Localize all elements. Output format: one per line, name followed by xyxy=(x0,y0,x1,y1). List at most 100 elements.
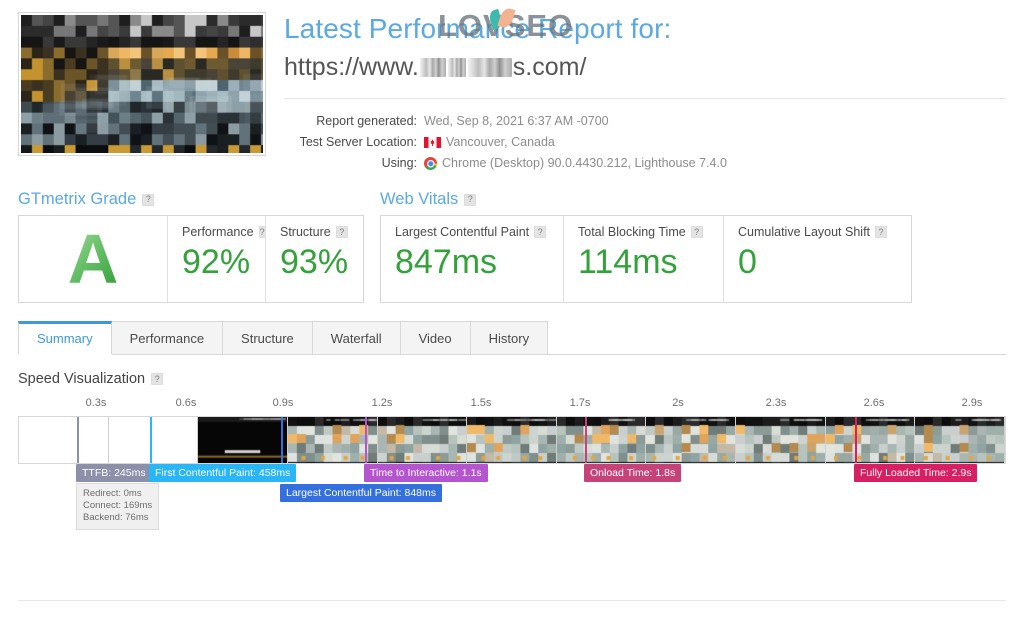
lcp-value: 847ms xyxy=(395,243,498,281)
marker-badge-onload-time[interactable]: Onload Time: 1.8s xyxy=(584,464,682,482)
timeline-tick: 1.7s xyxy=(569,397,591,409)
chrome-icon xyxy=(424,157,437,170)
ttfb-breakdown-line: Backend: 76ms xyxy=(83,512,149,523)
meta-row-test-server-location: Test Server Location: Vancouver, Canada xyxy=(284,132,1006,153)
filmstrip-frame-image xyxy=(915,417,1005,463)
report-url-suffix: s.com/ xyxy=(512,53,587,81)
header-divider xyxy=(284,98,1006,99)
canada-flag-icon xyxy=(424,137,441,148)
ttfb-breakdown-box: Redirect: 0ms Connect: 169ms Backend: 76ms xyxy=(76,483,160,530)
filmstrip-frame[interactable] xyxy=(556,417,647,463)
speed-visualization: 0.3s 0.6s 0.9s 1.2s 1.5s 1.7s 2s 2.3s 2.6s 2.9s T… xyxy=(18,397,1006,547)
filmstrip xyxy=(18,416,1006,464)
meta-label: Test Server Location: xyxy=(299,135,417,149)
meta-value: Chrome (Desktop) 90.0.4430.212, Lighthou… xyxy=(424,153,727,174)
filmstrip-frame[interactable] xyxy=(915,417,1005,463)
meta-value-text: Chrome (Desktop) 90.0.4430.212, Lighthou… xyxy=(442,156,727,170)
gtmetrix-report-page: LOVSEO Latest Performance Report for: ht… xyxy=(0,0,1024,619)
marker-line-first-contentful-paint xyxy=(150,417,152,463)
marker-line-onload-time xyxy=(585,417,587,463)
filmstrip-frame[interactable] xyxy=(736,417,826,463)
filmstrip-frame[interactable] xyxy=(825,417,916,463)
help-icon[interactable]: ? xyxy=(464,193,477,206)
filmstrip-frame[interactable] xyxy=(108,417,199,463)
filmstrip-frame[interactable] xyxy=(377,417,468,463)
report-tabs: Summary Performance Structure Waterfall Vide… xyxy=(18,321,1006,355)
meta-value-text: Wed, Sep 8, 2021 6:37 AM -0700 xyxy=(424,114,609,128)
filmstrip-frame[interactable] xyxy=(467,417,557,463)
speed-visualization-heading: Speed Visualization ? xyxy=(18,371,1006,387)
web-vitals-title: Web Vitals xyxy=(380,190,459,208)
filmstrip-frame-image xyxy=(108,417,198,463)
marker-badge-largest-contentful-paint[interactable]: Largest Contentful Paint: 848ms xyxy=(280,484,443,502)
structure-cell: Structure ? 93% xyxy=(265,216,363,302)
scores-row: GTmetrix Grade ? A Performance ? 92% Str… xyxy=(0,174,1024,303)
page-title: Latest Performance Report for: xyxy=(284,13,672,44)
cls-label-row: Cumulative Layout Shift ? xyxy=(738,225,897,239)
help-icon[interactable]: ? xyxy=(335,226,348,238)
meta-row-report-generated: Report generated: Wed, Sep 8, 2021 6:37 … xyxy=(284,111,1006,132)
site-thumbnail xyxy=(18,12,266,156)
meta-value: Wed, Sep 8, 2021 6:37 AM -0700 xyxy=(424,111,609,132)
marker-badge-ttfb[interactable]: TTFB: 245ms xyxy=(76,464,152,482)
web-vitals-heading: Web Vitals ? xyxy=(380,190,912,209)
tab-summary[interactable]: Summary xyxy=(18,321,112,354)
help-icon[interactable]: ? xyxy=(875,226,888,238)
tab-video[interactable]: Video xyxy=(399,321,471,354)
meta-label: Using: xyxy=(381,156,417,170)
help-icon[interactable]: ? xyxy=(534,226,547,238)
grade-cell: A xyxy=(19,216,167,302)
timeline-tick: 2.3s xyxy=(765,397,787,409)
help-icon[interactable]: ? xyxy=(142,193,155,206)
filmstrip-frame[interactable] xyxy=(198,417,288,463)
tbt-label: Total Blocking Time xyxy=(578,225,686,239)
tab-history[interactable]: History xyxy=(469,321,549,354)
lcp-label-row: Largest Contentful Paint ? xyxy=(395,225,549,239)
marker-line-largest-contentful-paint xyxy=(281,417,283,463)
gtmetrix-grade-group: GTmetrix Grade ? A Performance ? 92% Str… xyxy=(18,190,364,303)
tab-waterfall[interactable]: Waterfall xyxy=(311,321,401,354)
performance-label-row: Performance ? xyxy=(182,225,266,239)
performance-label: Performance xyxy=(182,225,254,239)
largest-contentful-paint-cell: Largest Contentful Paint ? 847ms xyxy=(381,216,563,302)
timeline-tick: 0.9s xyxy=(272,397,294,409)
redacted-domain-part xyxy=(447,57,466,77)
marker-badge-fully-loaded-time[interactable]: Fully Loaded Time: 2.9s xyxy=(854,464,978,482)
footer-divider xyxy=(18,600,1006,601)
cls-label: Cumulative Layout Shift xyxy=(738,225,871,239)
tab-performance[interactable]: Performance xyxy=(110,321,224,354)
meta-value-text: Vancouver, Canada xyxy=(446,135,555,149)
marker-badge-first-contentful-paint[interactable]: First Contentful Paint: 458ms xyxy=(149,464,297,482)
timeline-tick: 0.6s xyxy=(175,397,197,409)
timeline-tick: 2.6s xyxy=(863,397,885,409)
report-url: https://www. s.com/ xyxy=(284,50,1006,84)
filmstrip-frame-image xyxy=(736,417,825,463)
gtmetrix-grade-title: GTmetrix Grade xyxy=(18,190,137,208)
redacted-domain-part xyxy=(419,57,446,77)
redacted-domain-part xyxy=(467,57,512,77)
tab-structure[interactable]: Structure xyxy=(222,321,313,354)
lcp-label: Largest Contentful Paint xyxy=(395,225,530,239)
grade-letter: A xyxy=(67,220,119,298)
structure-value: 93% xyxy=(280,243,349,281)
filmstrip-frame[interactable] xyxy=(19,417,109,463)
web-vitals-group: Web Vitals ? Largest Contentful Paint ? … xyxy=(380,190,912,303)
help-icon[interactable]: ? xyxy=(151,373,164,385)
report-meta-table: Report generated: Wed, Sep 8, 2021 6:37 … xyxy=(284,111,1006,174)
cls-value: 0 xyxy=(738,243,757,281)
timeline-tick: 1.5s xyxy=(470,397,492,409)
timeline-tick: 1.2s xyxy=(371,397,393,409)
timeline-tick: 2.9s xyxy=(961,397,983,409)
help-icon[interactable]: ? xyxy=(690,226,703,238)
filmstrip-frame-image xyxy=(646,417,736,463)
tabs-container: Summary Performance Structure Waterfall Vide… xyxy=(0,321,1024,355)
cumulative-layout-shift-cell: Cumulative Layout Shift ? 0 xyxy=(723,216,911,302)
timeline-ticks: 0.3s 0.6s 0.9s 1.2s 1.5s 1.7s 2s 2.3s 2.6s 2.9s xyxy=(18,397,1006,413)
filmstrip-frame[interactable] xyxy=(646,417,737,463)
marker-badge-time-to-interactive[interactable]: Time to Interactive: 1.1s xyxy=(364,464,488,482)
marker-line-time-to-interactive xyxy=(365,417,367,463)
filmstrip-frame-image xyxy=(825,417,915,463)
marker-line-fully-loaded-time xyxy=(855,417,857,463)
filmstrip-frame-image xyxy=(19,417,108,463)
timeline-markers: TTFB: 245ms First Contentful Paint: 458ms… xyxy=(18,464,1006,530)
